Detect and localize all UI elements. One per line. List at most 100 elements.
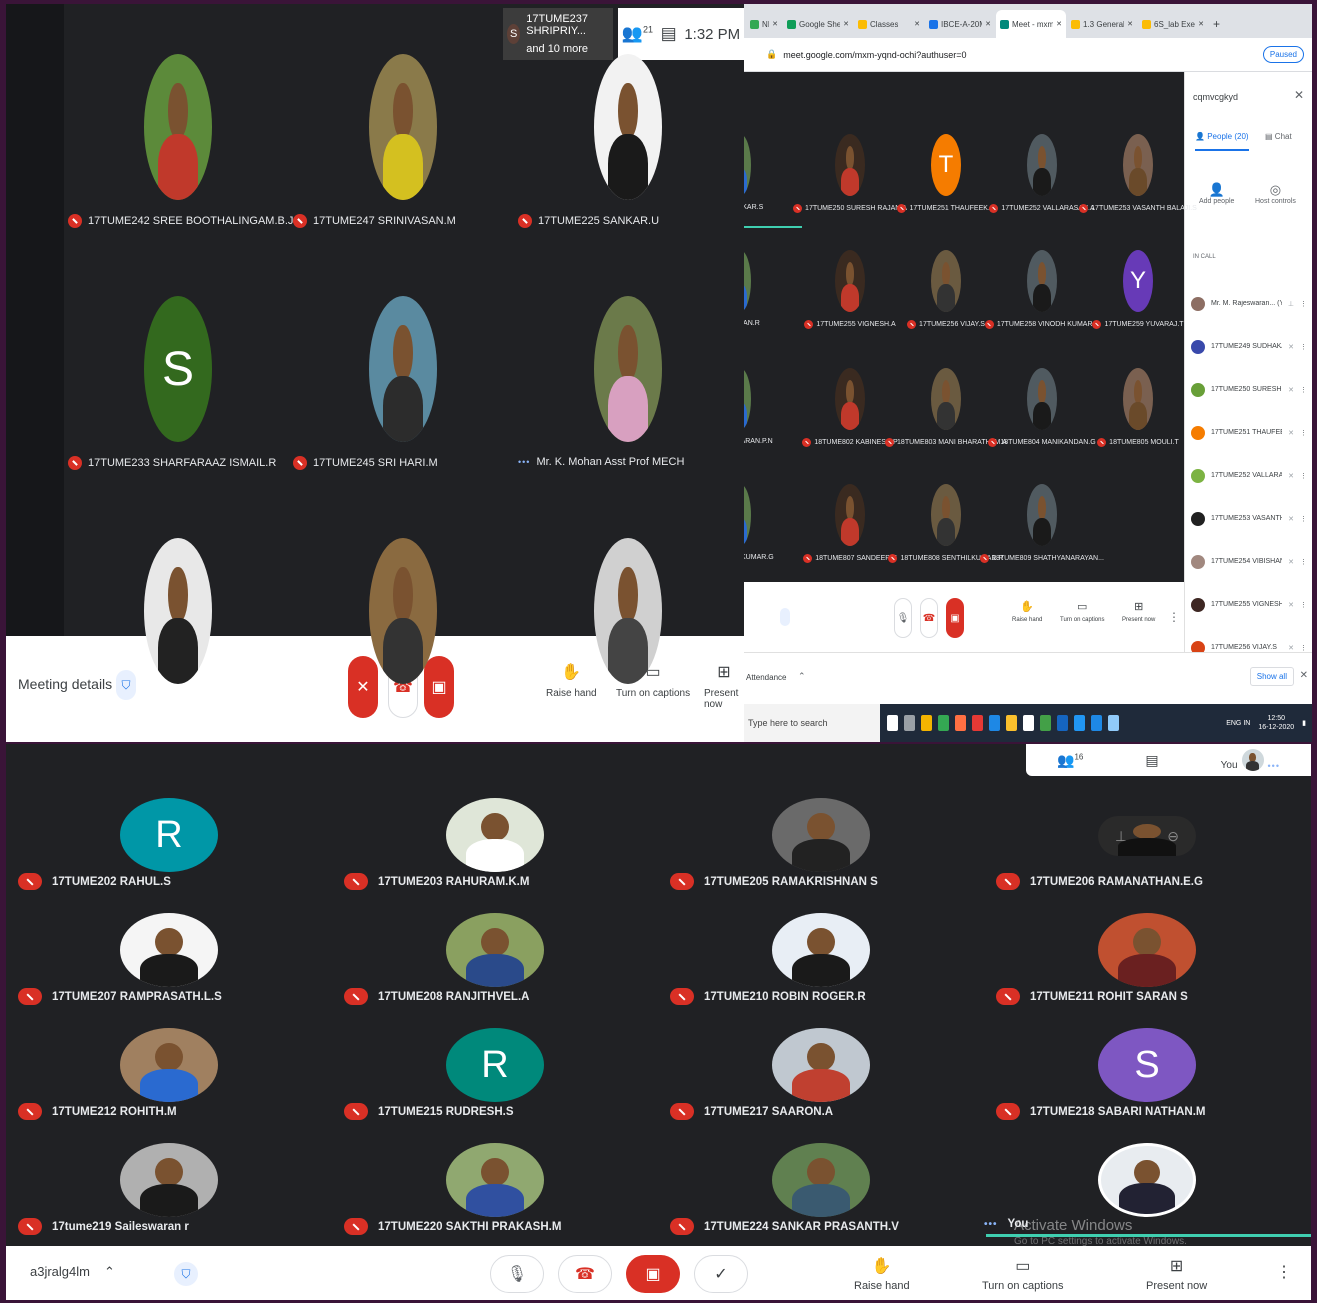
- checkmark-button[interactable]: ✓: [694, 1255, 748, 1293]
- more-options-icon[interactable]: ⋮: [1300, 644, 1307, 652]
- participant-tile[interactable]: 17TUME210 ROBIN ROGER.R: [658, 913, 984, 1005]
- participant-tile[interactable]: 17TUME225 SANKAR.U: [518, 54, 738, 228]
- participant-tile[interactable]: 17TUME258 VINODH KUMAR.A: [984, 250, 1099, 329]
- present-button[interactable]: ⊞ Present now: [1122, 600, 1155, 623]
- people-list-item[interactable]: 17TUME250 SURESH RA... ✕ ⋮: [1191, 368, 1307, 411]
- taskbar-app-icon[interactable]: [1074, 715, 1085, 731]
- taskbar-app-icon[interactable]: [921, 715, 932, 731]
- taskbar-app-icon[interactable]: [955, 715, 966, 731]
- people-list-item[interactable]: 17TUME251 THAUFEEK.S ✕ ⋮: [1191, 411, 1307, 454]
- close-icon[interactable]: ✕: [1294, 88, 1304, 102]
- participant-tile[interactable]: [518, 538, 738, 684]
- participant-tile[interactable]: 18TUME808 SENTHILKUMAR.R: [888, 484, 1004, 563]
- chat-icon[interactable]: ▤: [661, 24, 677, 44]
- attendance-label[interactable]: Attendance: [746, 673, 786, 682]
- mic-button[interactable]: 🎙: [490, 1255, 544, 1293]
- close-tab-icon[interactable]: ✕: [1056, 20, 1062, 28]
- host-controls-button[interactable]: ◎ Host controls: [1255, 182, 1296, 205]
- shield-icon[interactable]: ⛉: [174, 1262, 198, 1286]
- participant-tile[interactable]: 17TUME217 SAARON.A: [658, 1028, 984, 1120]
- browser-tab[interactable]: 6S_lab Exercises✕: [1138, 10, 1208, 38]
- participant-tile[interactable]: R 17TUME215 RUDRESH.S: [332, 1028, 658, 1120]
- close-tab-icon[interactable]: ✕: [1127, 20, 1133, 28]
- more-options-icon[interactable]: ⋮: [1300, 472, 1307, 480]
- people-list-item[interactable]: 17TUME252 VALLARASA... ✕ ⋮: [1191, 454, 1307, 497]
- participant-tile[interactable]: 17TUME253 VASANTH BALAJI.S: [1079, 134, 1197, 213]
- participant-tile[interactable]: [293, 538, 513, 684]
- participant-tile[interactable]: ••• You: [984, 1143, 1310, 1230]
- people-list-item[interactable]: Mr. M. Rajeswaran... (You) ⊥ ⋮: [1191, 282, 1307, 325]
- participant-tile[interactable]: 17TUME242 SREE BOOTHALINGAM.B.J: [68, 54, 293, 228]
- raise-hand-button[interactable]: ✋ Raise hand: [1012, 600, 1042, 623]
- participant-tile[interactable]: 18TUME809 SHATHYANARAYAN...: [980, 484, 1104, 563]
- participant-tile[interactable]: 17TUME252 VALLARASAN.A: [989, 134, 1095, 213]
- shield-icon[interactable]: [780, 608, 790, 626]
- taskbar-app-icon[interactable]: [1057, 715, 1068, 731]
- participant-tile[interactable]: 17TUME250 SURESH RAJAN.A: [793, 134, 907, 213]
- participant-tile[interactable]: S 17TUME218 SABARI NATHAN.M: [984, 1028, 1310, 1120]
- taskbar-clock[interactable]: 12:50 16-12-2020: [1258, 715, 1294, 731]
- close-tab-icon[interactable]: ✕: [772, 20, 778, 28]
- taskbar-app-icon[interactable]: [1108, 715, 1119, 731]
- more-options-icon[interactable]: ⋮: [1300, 343, 1307, 351]
- raise-hand-button[interactable]: ✋ Raise hand: [854, 1256, 910, 1292]
- taskbar-app-icon[interactable]: [1040, 715, 1051, 731]
- close-tab-icon[interactable]: ✕: [1198, 20, 1204, 28]
- pin-icon[interactable]: ⊥: [1115, 828, 1127, 845]
- close-tab-icon[interactable]: ✕: [985, 20, 991, 28]
- browser-tab[interactable]: Meet - mxm- ✕: [996, 10, 1066, 38]
- mic-off-icon[interactable]: ✕: [1141, 828, 1153, 845]
- browser-tab[interactable]: Classes ✕: [854, 10, 924, 38]
- address-bar[interactable]: 🔒 meet.google.com/mxm-yqnd-ochi?authuser…: [744, 38, 1312, 72]
- people-list-item[interactable]: 17TUME253 VASANTH B... ✕ ⋮: [1191, 497, 1307, 540]
- mic-button[interactable]: 🎙: [894, 598, 912, 638]
- active-speaker-info[interactable]: S 17TUME237 SHRIPRIY... and 10 more: [503, 8, 613, 60]
- browser-tab[interactable]: 1.3 General princ✕: [1067, 10, 1137, 38]
- leave-call-button[interactable]: ☎: [920, 598, 938, 638]
- profile-paused[interactable]: Paused: [1262, 46, 1304, 63]
- participant-tile[interactable]: R 17TUME202 RAHUL.S: [6, 798, 332, 890]
- people-list-item[interactable]: 17TUME249 SUDHAKAR.S ✕ ⋮: [1191, 325, 1307, 368]
- participant-tile[interactable]: [68, 538, 288, 684]
- meeting-details-button[interactable]: a3jralg4lm ⌃: [30, 1264, 115, 1280]
- remove-icon[interactable]: ⊖: [1167, 828, 1179, 845]
- more-options-icon[interactable]: ⋮: [1276, 1262, 1292, 1282]
- taskbar-app-icon[interactable]: [972, 715, 983, 731]
- camera-off-button[interactable]: ▣: [626, 1255, 680, 1293]
- browser-tab[interactable]: IBCE-A-20ME01-✕: [925, 10, 995, 38]
- participant-tile[interactable]: 17TUME211 ROHIT SARAN S: [984, 913, 1310, 1005]
- chat-icon[interactable]: ▤: [1145, 752, 1158, 769]
- participant-tile[interactable]: 18TUME805 MOULI.T: [1092, 368, 1184, 447]
- participant-tile[interactable]: S 17TUME233 SHARFARAAZ ISMAIL.R: [68, 296, 288, 470]
- participant-tile[interactable]: 17TUME212 ROHITH.M: [6, 1028, 332, 1120]
- participant-tile[interactable]: 17TUME205 RAMAKRISHNAN S: [658, 798, 984, 890]
- self-preview[interactable]: You •••: [1221, 749, 1280, 771]
- language-indicator[interactable]: ENG IN: [1226, 720, 1250, 727]
- people-button[interactable]: 👥21: [622, 24, 653, 44]
- participant-tile[interactable]: 17TUME245 SRI HARI.M: [293, 296, 513, 470]
- participant-tile[interactable]: ••• Mr. K. Mohan Asst Prof MECH: [518, 296, 738, 468]
- people-button[interactable]: 👥16: [1057, 752, 1083, 769]
- people-list-item[interactable]: 17TUME254 VIBISHAN.R ✕ ⋮: [1191, 540, 1307, 583]
- taskbar-app-icon[interactable]: [1023, 715, 1034, 731]
- notification-icon[interactable]: ▮: [1302, 719, 1306, 727]
- participant-tile[interactable]: 18TUME803 MANI BHARATHI M.A: [885, 368, 1007, 447]
- participant-tile[interactable]: 17TUME255 VIGNESH.A: [804, 250, 896, 329]
- tab-people[interactable]: 👤 People (20): [1195, 132, 1249, 151]
- participant-tile[interactable]: 17TUME208 RANJITHVEL.A: [332, 913, 658, 1005]
- taskbar-app-icon[interactable]: [989, 715, 1000, 731]
- chevron-up-icon[interactable]: ⌃: [798, 671, 806, 682]
- taskbar-search[interactable]: Type here to search: [744, 704, 880, 742]
- taskbar-app-icon[interactable]: [938, 715, 949, 731]
- captions-button[interactable]: ▭ Turn on captions: [1060, 600, 1104, 623]
- participant-tile[interactable]: 18TUME802 KABINESH.P: [802, 368, 898, 447]
- participant-tile[interactable]: 17TUME247 SRINIVASAN.M: [293, 54, 513, 228]
- more-options-icon[interactable]: ⋮: [1300, 429, 1307, 437]
- camera-off-button[interactable]: ▣: [946, 598, 964, 638]
- show-all-button[interactable]: Show all: [1249, 667, 1294, 686]
- taskbar-app-icon[interactable]: [887, 715, 898, 731]
- add-people-button[interactable]: 👤 Add people: [1199, 182, 1234, 205]
- taskbar-app-icon[interactable]: [1091, 715, 1102, 731]
- present-button[interactable]: ⊞ Present now: [1146, 1256, 1207, 1292]
- close-tab-icon[interactable]: ✕: [914, 20, 920, 28]
